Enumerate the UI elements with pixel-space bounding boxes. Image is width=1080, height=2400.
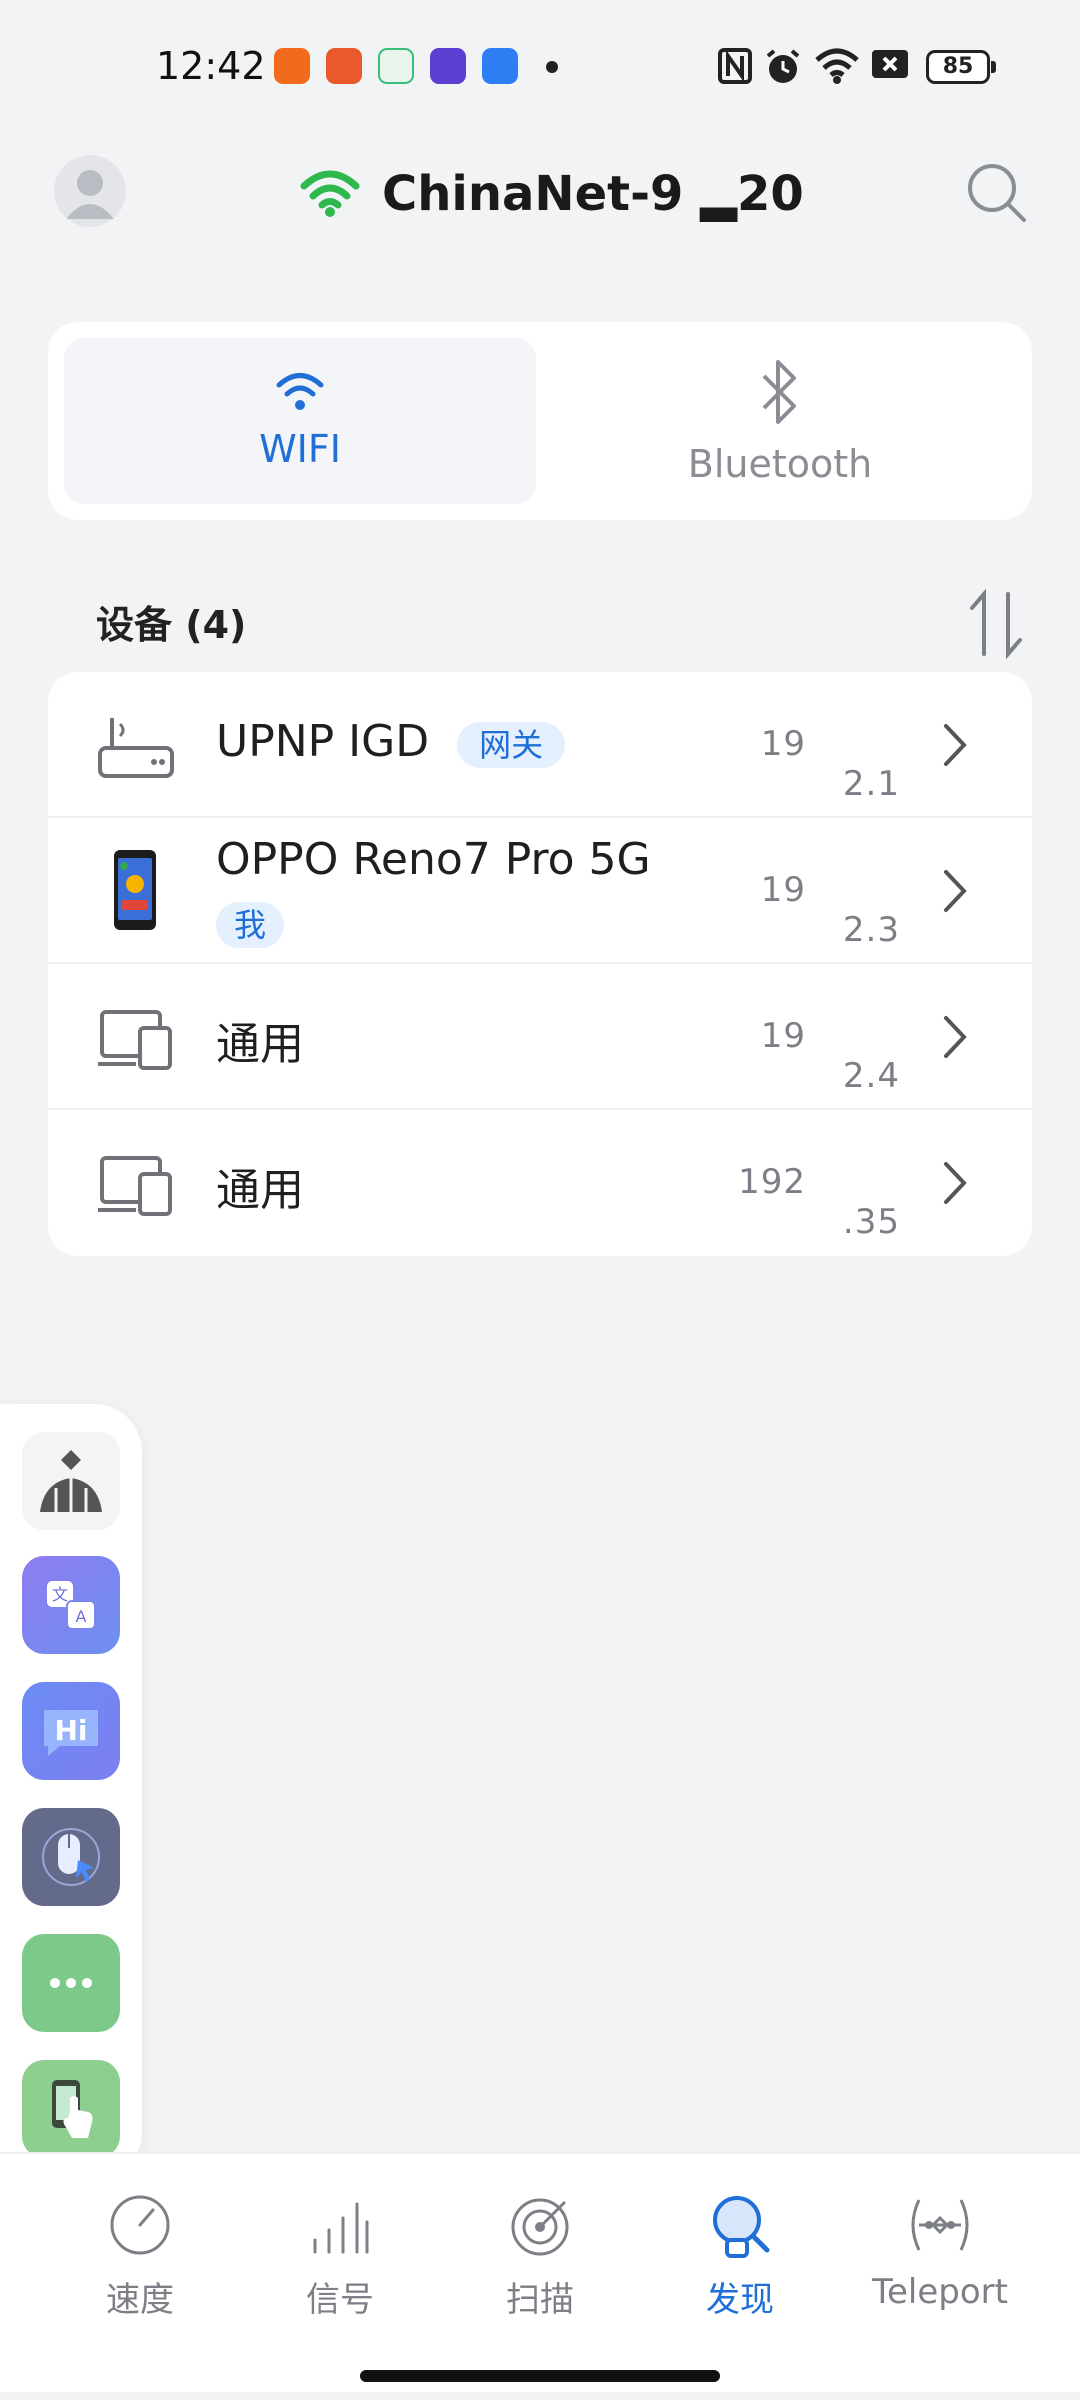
tab-bluetooth[interactable]: Bluetooth [544, 338, 1016, 504]
avatar-icon [66, 170, 114, 219]
device-ip: 192.35 [738, 1162, 900, 1242]
nfc-icon [718, 48, 752, 84]
chevron-right-icon [944, 870, 967, 912]
nav-teleport[interactable]: Teleport [850, 2192, 1030, 2352]
nav-scan-label: 扫描 [506, 2280, 574, 2320]
device-row-gateway[interactable]: UPNP IGD 网关 192.1 [48, 672, 1032, 818]
no-sim-icon [872, 50, 908, 78]
battery-indicator: 85 [926, 50, 996, 84]
more-icon [50, 1978, 92, 1988]
phone-icon [114, 850, 156, 930]
nav-speed-label: 速度 [106, 2280, 174, 2320]
side-translate-button[interactable]: 文 A [22, 1556, 120, 1654]
kuaishou-notification-icon [274, 48, 310, 84]
svg-text:A: A [76, 1607, 87, 1626]
status-bar: 12:42 85 [0, 0, 1080, 140]
more-notifications-dot [546, 61, 558, 73]
device-name: 通用 [216, 1165, 304, 1216]
device-row-self[interactable]: OPPO Reno7 Pro 5G 我 192.3 [48, 818, 1032, 964]
side-hi-button[interactable]: Hi [22, 1682, 120, 1780]
chevron-right-icon [944, 724, 967, 766]
svg-text:Hi: Hi [54, 1714, 87, 1747]
nav-scan[interactable]: 扫描 [450, 2192, 630, 2352]
connection-type-tabs: WIFI Bluetooth [48, 322, 1032, 520]
nav-teleport-label: Teleport [872, 2272, 1008, 2312]
mouse-icon [42, 1828, 100, 1886]
nav-speed[interactable]: 速度 [50, 2192, 230, 2352]
device-list: UPNP IGD 网关 192.1 OPPO Reno7 Pro 5G 我 19… [48, 672, 1032, 1256]
nav-discover[interactable]: 发现 [650, 2192, 830, 2352]
device-row-generic[interactable]: 通用 192.4 [48, 964, 1032, 1110]
wifi-icon [276, 373, 324, 410]
scan-icon [511, 2198, 569, 2256]
nav-discover-label: 发现 [706, 2280, 774, 2320]
app-notification-icon [482, 48, 518, 84]
discover-icon [713, 2196, 770, 2258]
app-notification-icon [378, 48, 414, 84]
device-name: OPPO Reno7 Pro 5G [216, 834, 651, 885]
nav-signal[interactable]: 信号 [250, 2192, 430, 2352]
side-phone-touch-button[interactable] [22, 2060, 120, 2158]
person-icon [40, 1450, 102, 1512]
self-badge: 我 [216, 902, 285, 948]
device-ip: 192.4 [760, 1016, 900, 1096]
tab-bluetooth-label: Bluetooth [687, 442, 873, 486]
wifi-status-icon [815, 48, 859, 84]
wifi-icon [300, 170, 360, 217]
side-mouse-button[interactable] [22, 1808, 120, 1906]
chevron-right-icon [944, 1162, 967, 1204]
side-more-button[interactable] [22, 1934, 120, 2032]
tab-wifi[interactable]: WIFI [64, 338, 536, 504]
translate-icon: 文 A [47, 1581, 96, 1630]
home-indicator[interactable] [360, 2370, 720, 2382]
network-title: ChinaNet-9 ▂20 [300, 158, 804, 230]
search-icon[interactable] [964, 160, 1028, 224]
chevron-right-icon [944, 1016, 967, 1058]
devices-section-title: 设备 (4) [96, 603, 247, 647]
tieba-notification-icon [430, 48, 466, 84]
device-name: UPNP IGD 网关 [216, 716, 566, 768]
floating-tool-panel: 文 A Hi [0, 1404, 142, 2180]
device-ip: 192.1 [760, 724, 900, 804]
status-time: 12:42 [156, 44, 266, 88]
side-person-button[interactable] [22, 1432, 120, 1530]
phone-touch-icon [52, 2080, 93, 2138]
gateway-badge: 网关 [457, 722, 566, 768]
network-name: ChinaNet-9 ▂20 [382, 166, 804, 222]
hi-chat-icon: Hi [44, 1710, 98, 1756]
device-row-generic[interactable]: 通用 192.35 [48, 1110, 1032, 1256]
router-icon [98, 718, 174, 778]
signal-icon [313, 2202, 369, 2254]
alarm-icon [766, 49, 800, 83]
device-ip: 192.3 [760, 870, 900, 950]
speed-icon [110, 2195, 170, 2255]
devices-icon [98, 1156, 172, 1216]
bottom-navigation: 速度 信号 扫描 发现 Teleport [0, 2152, 1080, 2392]
svg-text:文: 文 [52, 1585, 68, 1604]
devices-icon [98, 1010, 172, 1070]
bluetooth-icon [762, 360, 796, 424]
avatar[interactable] [54, 155, 126, 227]
sort-icon[interactable] [966, 588, 1026, 660]
nav-signal-label: 信号 [306, 2280, 374, 2320]
tab-wifi-label: WIFI [259, 427, 341, 471]
app-notification-icon [326, 48, 362, 84]
device-name: 通用 [216, 1019, 304, 1070]
teleport-icon [911, 2199, 969, 2251]
